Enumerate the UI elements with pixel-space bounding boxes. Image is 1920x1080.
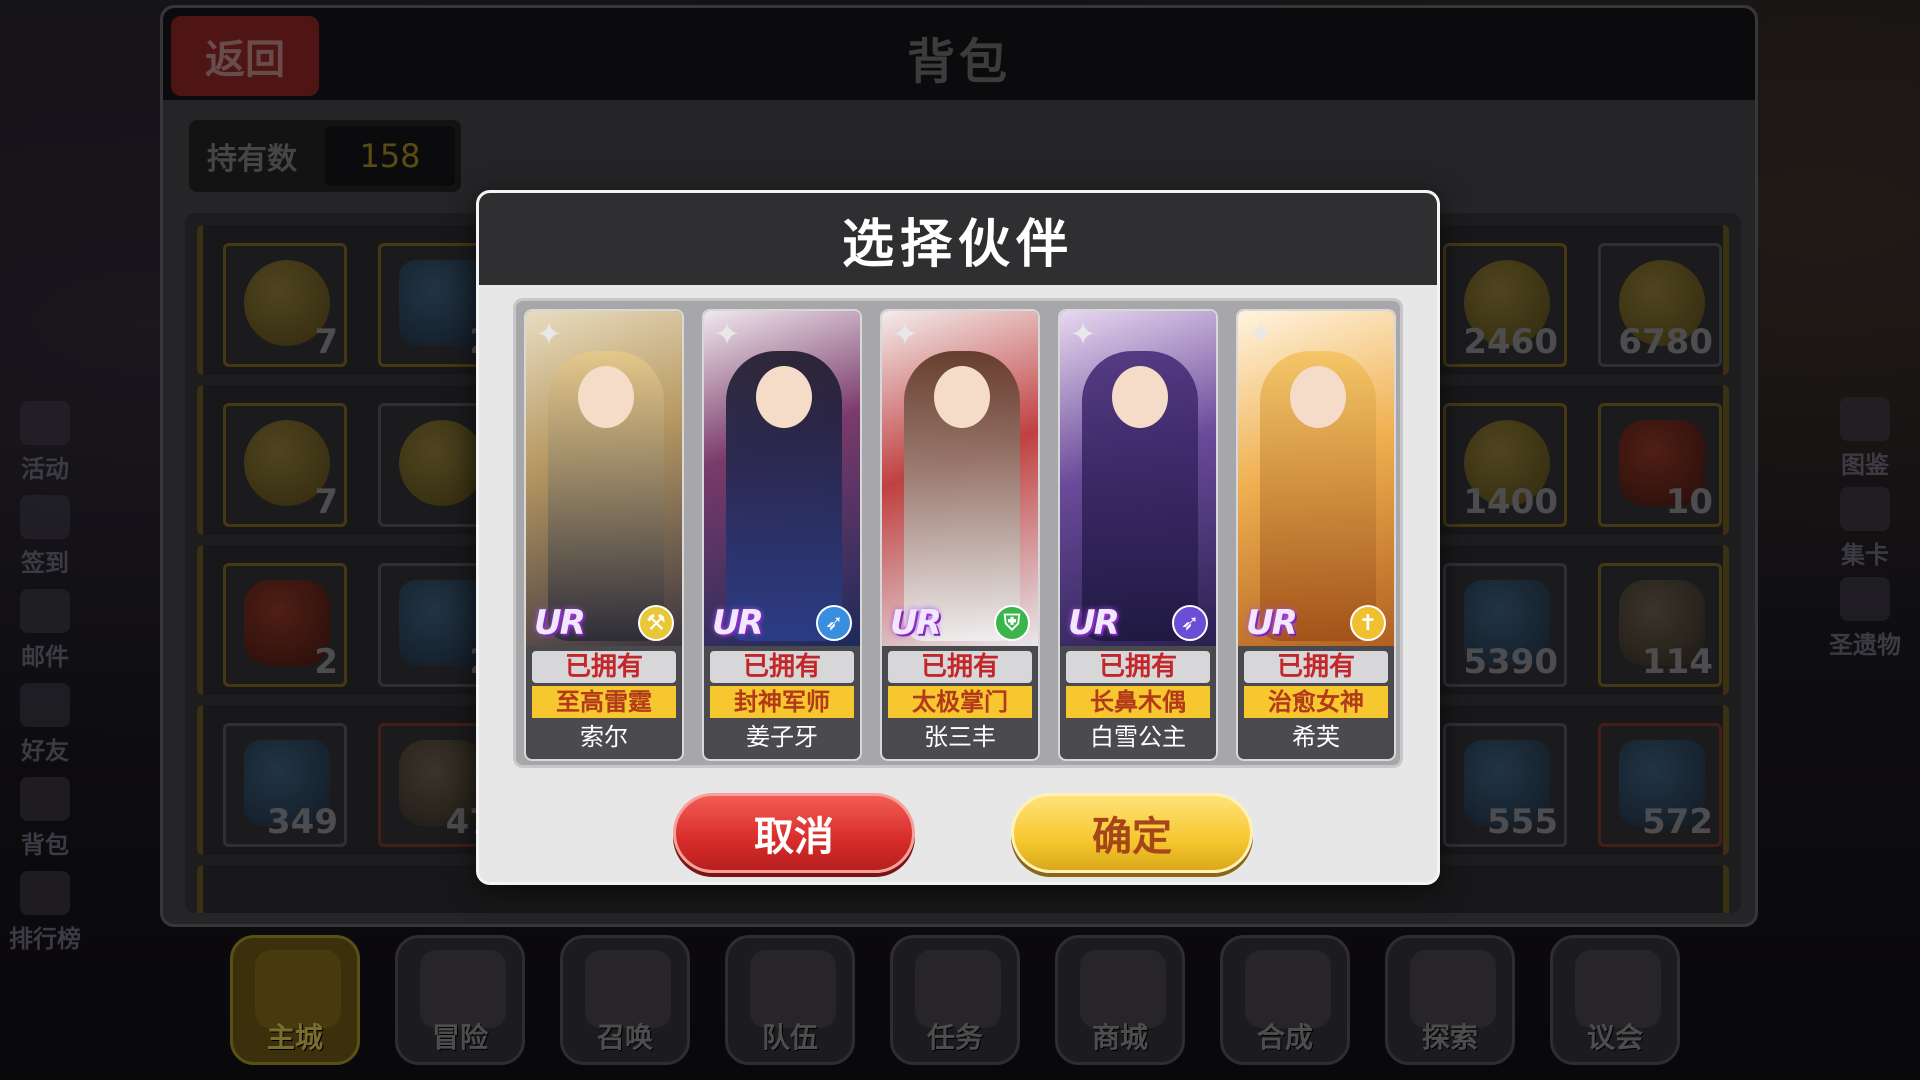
dialog-header: 选择伙伴 [479, 193, 1437, 285]
partner-portrait [1238, 311, 1394, 646]
bow-class-icon: ➶ [1172, 605, 1208, 641]
partner-name: 张三丰 [888, 721, 1032, 753]
partner-title: 治愈女神 [1244, 686, 1388, 718]
rarity-label: UR [712, 603, 764, 643]
owned-label: 已拥有 [1066, 651, 1210, 683]
partner-name: 姜子牙 [710, 721, 854, 753]
confirm-button[interactable]: 确定 [1011, 793, 1253, 873]
card-tray: ✦ UR ⚒ 已拥有 至高雷霆 索尔 ✦ UR ➶ 已拥有 封神军师 姜子牙 ✦… [513, 298, 1403, 768]
cancel-button[interactable]: 取消 [673, 793, 915, 873]
partner-title: 太极掌门 [888, 686, 1032, 718]
star-emblem-icon: ✦ [891, 315, 919, 353]
partner-title: 长鼻木偶 [1066, 686, 1210, 718]
dialog-title: 选择伙伴 [841, 214, 1074, 275]
star-emblem-icon: ✦ [1247, 315, 1275, 353]
rarity-label: UR [1068, 603, 1120, 643]
partner-title: 至高雷霆 [532, 686, 676, 718]
partner-card[interactable]: ✦ UR ⚒ 已拥有 至高雷霆 索尔 [524, 309, 684, 761]
bow-class-icon: ➶ [816, 605, 852, 641]
partner-portrait [526, 311, 682, 646]
partner-card[interactable]: ✦ UR ⛨ 已拥有 太极掌门 张三丰 [880, 309, 1040, 761]
partner-title: 封神军师 [710, 686, 854, 718]
partner-portrait [1060, 311, 1216, 646]
owned-label: 已拥有 [888, 651, 1032, 683]
partner-portrait [882, 311, 1038, 646]
star-emblem-icon: ✦ [1069, 315, 1097, 353]
rarity-label: UR [1246, 603, 1298, 643]
shield-class-icon: ⛨ [994, 605, 1030, 641]
owned-label: 已拥有 [710, 651, 854, 683]
partner-card[interactable]: ✦ UR ➶ 已拥有 封神军师 姜子牙 [702, 309, 862, 761]
partner-name: 希芙 [1244, 721, 1388, 753]
owned-label: 已拥有 [1244, 651, 1388, 683]
owned-label: 已拥有 [532, 651, 676, 683]
rarity-label: UR [534, 603, 586, 643]
partner-card[interactable]: ✦ UR ✝ 已拥有 治愈女神 希芙 [1236, 309, 1396, 761]
rarity-label: UR [890, 603, 942, 643]
select-partner-dialog: 选择伙伴 ✦ UR ⚒ 已拥有 至高雷霆 索尔 ✦ UR ➶ 已拥有 封神军师 … [476, 190, 1440, 885]
partner-card[interactable]: ✦ UR ➶ 已拥有 长鼻木偶 白雪公主 [1058, 309, 1218, 761]
cross-class-icon: ✝ [1350, 605, 1386, 641]
partner-name: 索尔 [532, 721, 676, 753]
hammer-class-icon: ⚒ [638, 605, 674, 641]
partner-name: 白雪公主 [1066, 721, 1210, 753]
star-emblem-icon: ✦ [535, 315, 563, 353]
star-emblem-icon: ✦ [713, 315, 741, 353]
partner-portrait [704, 311, 860, 646]
